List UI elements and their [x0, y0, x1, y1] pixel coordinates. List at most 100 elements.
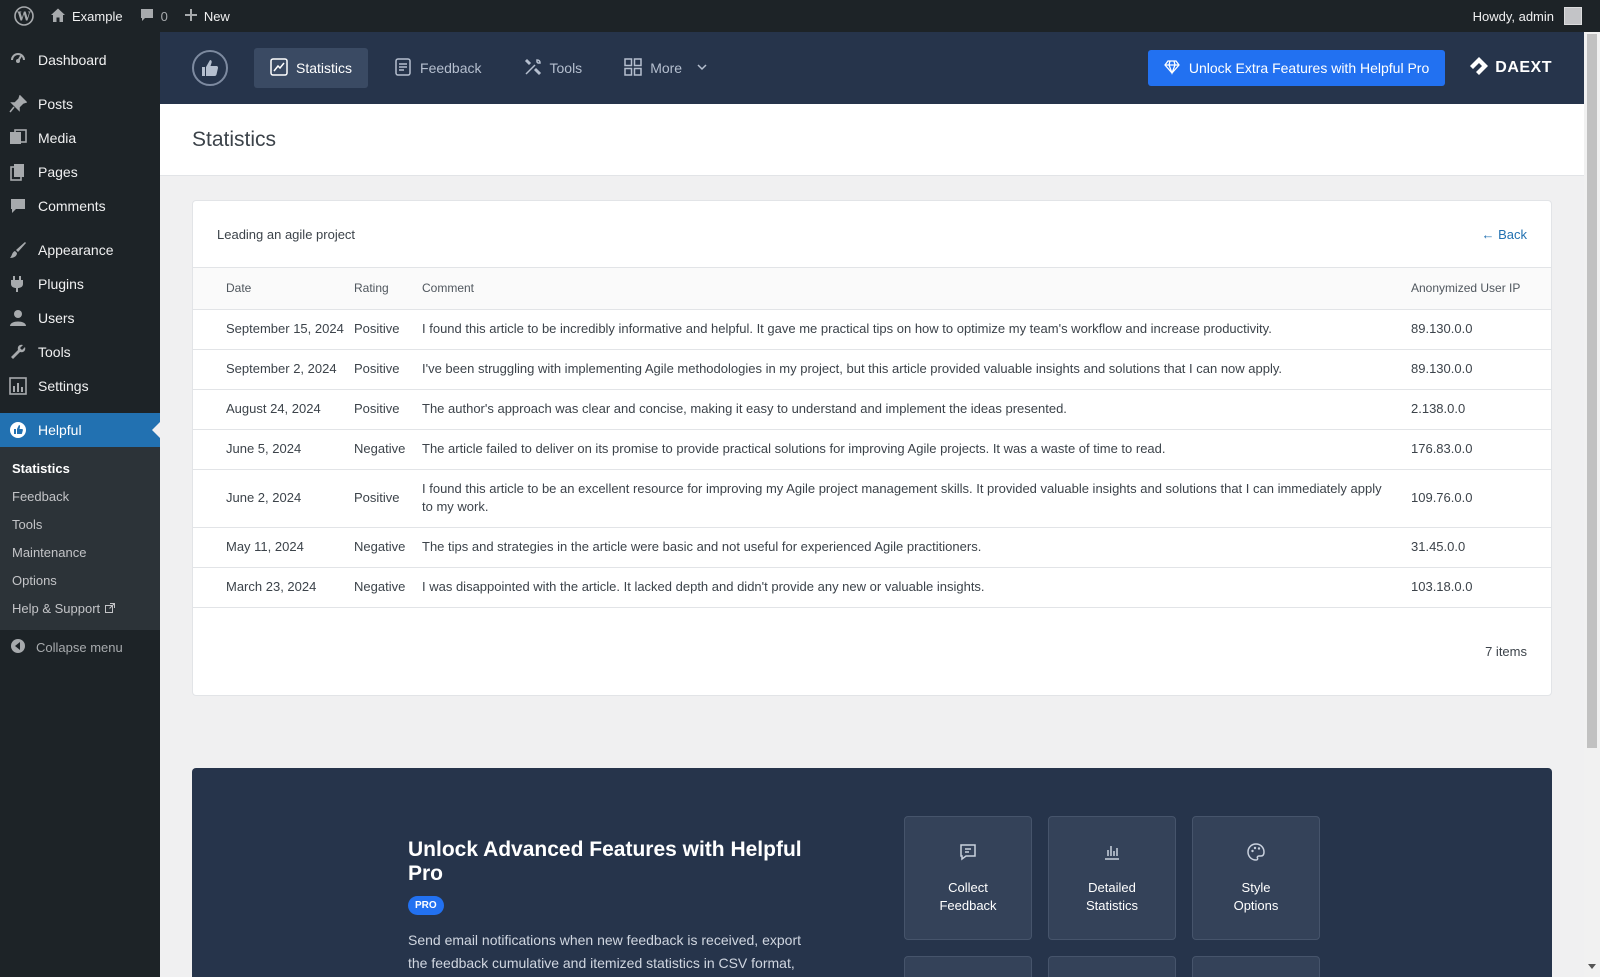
dashboard-icon: [8, 50, 28, 70]
sidebar-item-comments[interactable]: Comments: [0, 189, 160, 223]
cell-rating: Negative: [354, 567, 422, 608]
new-content-link[interactable]: New: [176, 0, 238, 32]
cell-ip: 2.138.0.0: [1411, 389, 1551, 430]
feedback-card: Leading an agile project ← Back Date Rat…: [192, 200, 1552, 696]
tab-statistics[interactable]: Statistics: [254, 48, 369, 88]
tab-feedback[interactable]: Feedback: [378, 48, 497, 88]
page-title: Statistics: [192, 127, 277, 151]
chart-icon: [270, 57, 288, 79]
sidebar-item-media[interactable]: Media: [0, 121, 160, 155]
daext-brand[interactable]: DAEXT: [1469, 56, 1552, 81]
sidebar-item-tools[interactable]: Tools: [0, 335, 160, 369]
tab-more[interactable]: More: [608, 48, 724, 88]
document-icon: [394, 57, 412, 79]
sidebar-item-plugins[interactable]: Plugins: [0, 267, 160, 301]
submenu-item-help-support[interactable]: Help & Support: [0, 594, 160, 622]
pin-icon: [8, 94, 28, 114]
howdy-text: Howdy, admin: [1472, 8, 1554, 24]
cell-ip: 89.130.0.0: [1411, 309, 1551, 350]
cell-comment: I've been struggling with implementing A…: [422, 349, 1411, 390]
helpful-submenu: Statistics Feedback Tools Maintenance Op…: [0, 447, 160, 630]
page-title-bar: Statistics: [160, 104, 1584, 176]
sidebar-item-settings[interactable]: Settings: [0, 369, 160, 403]
sidebar-item-pages[interactable]: Pages: [0, 155, 160, 189]
column-header-comment[interactable]: Comment: [422, 268, 1411, 310]
media-icon: [8, 128, 28, 148]
feature-card[interactable]: [904, 956, 1032, 977]
sidebar-item-dashboard[interactable]: Dashboard: [0, 43, 160, 77]
sidebar-item-users[interactable]: Users: [0, 301, 160, 335]
cell-date: September 2, 2024: [193, 349, 354, 390]
avatar: [1564, 7, 1582, 25]
tab-label: Statistics: [296, 60, 353, 76]
wordpress-logo-icon[interactable]: W: [6, 0, 42, 32]
cell-ip: 109.76.0.0: [1411, 469, 1551, 528]
sidebar-item-posts[interactable]: Posts: [0, 87, 160, 121]
sidebar-item-label: Tools: [38, 344, 71, 360]
cell-rating: Negative: [354, 527, 422, 568]
collapse-menu-button[interactable]: Collapse menu: [0, 630, 160, 665]
cell-ip: 31.45.0.0: [1411, 527, 1551, 568]
cell-date: September 15, 2024: [193, 309, 354, 350]
palette-icon: [1246, 842, 1266, 867]
table-row: March 23, 2024 Negative I was disappoint…: [193, 567, 1551, 608]
page-scrollbar[interactable]: [1584, 32, 1600, 977]
submenu-item-options[interactable]: Options: [0, 566, 160, 594]
cell-date: May 11, 2024: [193, 527, 354, 568]
new-label: New: [203, 8, 230, 24]
daext-logo-icon: [1469, 56, 1489, 81]
cell-comment: The tips and strategies in the article w…: [422, 527, 1411, 568]
cell-comment: I was disappointed with the article. It …: [422, 567, 1411, 608]
chevron-down-icon: [696, 60, 708, 76]
sidebar-item-label: Users: [38, 310, 75, 326]
feature-label: Collect Feedback: [939, 879, 997, 913]
upsell-heading: Unlock Advanced Features with Helpful Pr…: [408, 838, 802, 885]
unlock-pro-label: Unlock Extra Features with Helpful Pro: [1188, 60, 1430, 76]
column-header-ip[interactable]: Anonymized User IP: [1411, 268, 1551, 310]
upsell-text-block: Unlock Advanced Features with Helpful Pr…: [408, 838, 818, 977]
feature-label: Style Options: [1233, 879, 1279, 913]
plugin-header: Statistics Feedback Tools More Unlock Ex…: [160, 32, 1584, 104]
scroll-down-arrow-icon[interactable]: [1588, 964, 1596, 973]
submenu-item-statistics[interactable]: Statistics: [0, 454, 160, 482]
sidebar-item-helpful[interactable]: Helpful: [0, 413, 160, 447]
admin-sidebar: Dashboard Posts Media Pages Comments App…: [0, 32, 160, 977]
cell-rating: Positive: [354, 469, 422, 528]
feature-card-detailed-statistics[interactable]: Detailed Statistics: [1048, 816, 1176, 940]
account-menu[interactable]: Howdy, admin: [1465, 0, 1590, 32]
feature-card-collect-feedback[interactable]: Collect Feedback: [904, 816, 1032, 940]
scrollbar-thumb[interactable]: [1587, 34, 1597, 748]
feature-card-style-options[interactable]: Style Options: [1192, 816, 1320, 940]
table-row: June 2, 2024 Positive I found this artic…: [193, 469, 1551, 528]
site-name-link[interactable]: Example: [42, 0, 131, 32]
feature-card[interactable]: [1048, 956, 1176, 977]
back-link[interactable]: ← Back: [1481, 227, 1527, 242]
feature-label: Detailed Statistics: [1085, 879, 1138, 913]
submenu-item-feedback[interactable]: Feedback: [0, 482, 160, 510]
cell-date: March 23, 2024: [193, 567, 354, 608]
plug-icon: [8, 274, 28, 294]
submenu-item-tools[interactable]: Tools: [0, 510, 160, 538]
feature-card[interactable]: [1192, 956, 1320, 977]
sidebar-item-appearance[interactable]: Appearance: [0, 233, 160, 267]
bar-chart-icon: [1102, 842, 1122, 867]
cell-ip: 176.83.0.0: [1411, 429, 1551, 470]
tab-label: Tools: [549, 60, 583, 76]
upsell-banner: Unlock Advanced Features with Helpful Pr…: [192, 768, 1552, 977]
table-row: June 5, 2024 Negative The article failed…: [193, 429, 1551, 470]
comments-link[interactable]: 0: [131, 0, 176, 32]
admin-bar: W Example 0 New Howdy, admin: [0, 0, 1600, 32]
column-header-date[interactable]: Date: [193, 268, 354, 310]
post-title: Leading an agile project: [217, 226, 356, 242]
pro-badge: PRO: [408, 896, 444, 915]
column-header-rating[interactable]: Rating: [354, 268, 422, 310]
submenu-item-maintenance[interactable]: Maintenance: [0, 538, 160, 566]
svg-text:W: W: [16, 10, 31, 24]
cell-rating: Negative: [354, 429, 422, 470]
cell-comment: I found this article to be an excellent …: [422, 469, 1411, 528]
sidebar-item-label: Dashboard: [38, 52, 107, 68]
comments-count: 0: [160, 8, 168, 24]
sidebar-item-label: Pages: [38, 164, 78, 180]
unlock-pro-button[interactable]: Unlock Extra Features with Helpful Pro: [1147, 50, 1446, 86]
tab-tools[interactable]: Tools: [508, 48, 599, 88]
